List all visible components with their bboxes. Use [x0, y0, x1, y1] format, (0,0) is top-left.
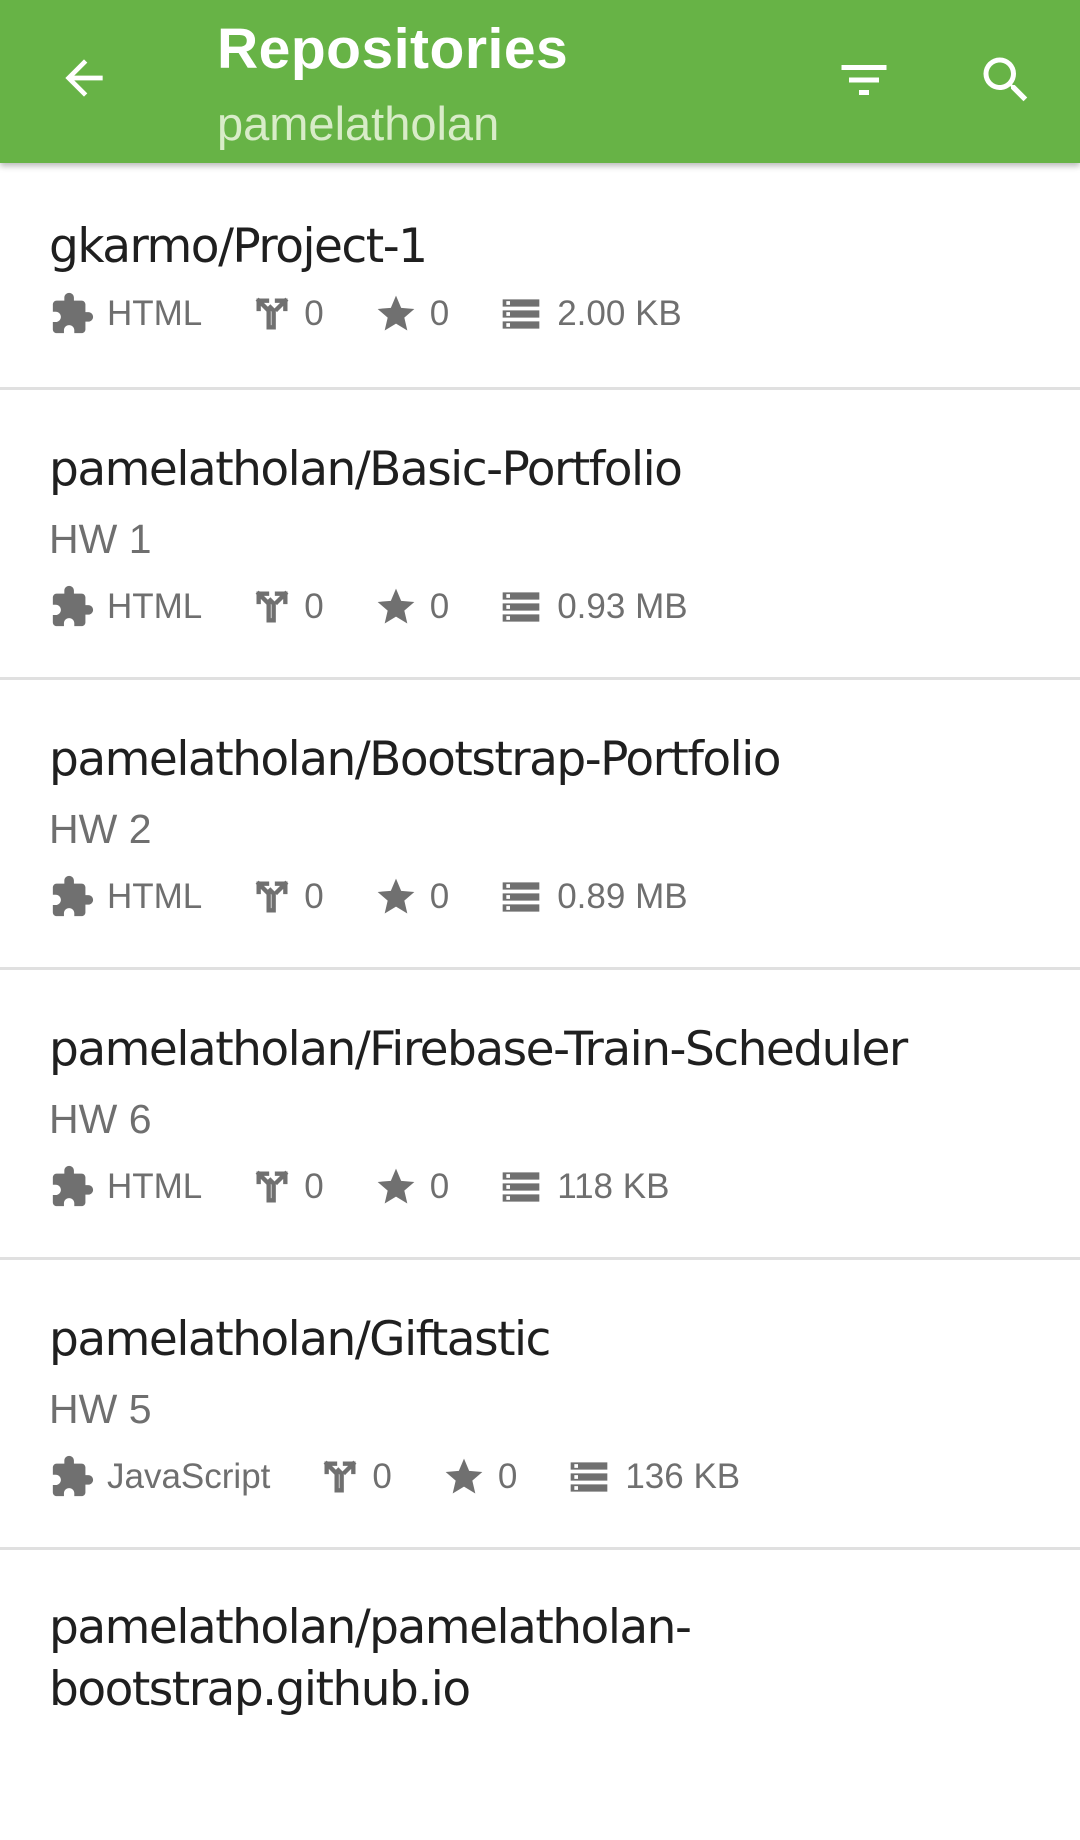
app-bar: Repositories pamelatholan	[0, 0, 1080, 163]
storage-icon	[499, 875, 543, 919]
list-item[interactable]: pamelatholan/pamelatholan- bootstrap.git…	[0, 1550, 1080, 1840]
fork-icon	[252, 1167, 292, 1207]
list-item[interactable]: gkarmo/Project-1 HTML 0 0 2.00 KB	[0, 163, 1080, 390]
star-icon	[374, 585, 418, 629]
list-item[interactable]: pamelatholan/Basic-Portfolio HW 1 HTML 0…	[0, 390, 1080, 680]
search-icon	[983, 57, 1028, 102]
puzzle-icon	[49, 584, 95, 630]
list-item[interactable]: pamelatholan/Firebase-Train-Scheduler HW…	[0, 970, 1080, 1260]
repo-forks: 0	[372, 1457, 392, 1496]
storage-icon	[499, 585, 543, 629]
page-subtitle: pamelatholan	[217, 97, 500, 150]
repo-name: pamelatholan/Giftastic	[49, 1312, 551, 1367]
repo-stars: 0	[497, 1457, 518, 1496]
star-icon	[442, 1455, 486, 1499]
repo-language: HTML	[107, 1167, 203, 1206]
search-button[interactable]	[970, 44, 1042, 116]
repository-list: gkarmo/Project-1 HTML 0 0 2.00 KB pamela…	[0, 163, 1080, 1840]
repo-name: pamelatholan/pamelatholan-	[49, 1600, 692, 1655]
repo-size: 0.89 MB	[557, 877, 688, 916]
star-icon	[374, 292, 418, 336]
repo-description: HW 1	[49, 516, 152, 562]
repo-language: JavaScript	[107, 1457, 271, 1496]
repo-forks: 0	[304, 587, 324, 626]
repo-meta: HTML 0 0 2.00 KB	[49, 291, 682, 337]
repo-stars: 0	[429, 587, 450, 626]
repo-meta: JavaScript 0 0 136 KB	[49, 1454, 740, 1500]
repo-stars: 0	[429, 877, 450, 916]
arrow-back-icon	[65, 59, 103, 97]
filter-icon	[841, 65, 887, 95]
star-icon	[374, 1165, 418, 1209]
fork-icon	[252, 877, 292, 917]
repo-language: HTML	[107, 294, 203, 333]
filter-button[interactable]	[828, 44, 900, 116]
repo-meta: HTML 0 0 118 KB	[49, 1164, 669, 1210]
repo-language: HTML	[107, 587, 203, 626]
puzzle-icon	[49, 1454, 95, 1500]
list-item[interactable]: pamelatholan/Giftastic HW 5 JavaScript 0…	[0, 1260, 1080, 1550]
puzzle-icon	[49, 1164, 95, 1210]
fork-icon	[252, 587, 292, 627]
repo-size: 0.93 MB	[557, 587, 688, 626]
repo-name: pamelatholan/Bootstrap-Portfolio	[49, 732, 782, 787]
repo-stars: 0	[429, 294, 450, 333]
puzzle-icon	[49, 874, 95, 920]
puzzle-icon	[49, 291, 95, 337]
repo-name: pamelatholan/Firebase-Train-Scheduler	[49, 1022, 908, 1077]
repo-stars: 0	[429, 1167, 450, 1206]
back-button[interactable]	[50, 44, 118, 112]
repo-forks: 0	[304, 1167, 324, 1206]
repo-name-continued: bootstrap.github.io	[49, 1662, 471, 1717]
repo-description: HW 2	[49, 806, 152, 852]
storage-icon	[567, 1455, 611, 1499]
repo-description: HW 5	[49, 1386, 152, 1432]
repo-forks: 0	[304, 877, 324, 916]
repo-name: gkarmo/Project-1	[49, 219, 428, 274]
fork-icon	[252, 294, 292, 334]
repo-meta: HTML 0 0 0.89 MB	[49, 874, 688, 920]
storage-icon	[499, 292, 543, 336]
repo-meta: HTML 0 0 0.93 MB	[49, 584, 688, 630]
repo-size: 118 KB	[557, 1167, 670, 1206]
repo-description: HW 6	[49, 1096, 152, 1142]
star-icon	[374, 875, 418, 919]
repo-size: 2.00 KB	[557, 294, 682, 333]
repo-size: 136 KB	[625, 1457, 741, 1496]
repo-language: HTML	[107, 877, 203, 916]
fork-icon	[320, 1457, 360, 1497]
list-item[interactable]: pamelatholan/Bootstrap-Portfolio HW 2 HT…	[0, 680, 1080, 970]
page-title: Repositories	[217, 17, 569, 81]
repo-name: pamelatholan/Basic-Portfolio	[49, 442, 683, 497]
repo-forks: 0	[304, 294, 324, 333]
storage-icon	[499, 1165, 543, 1209]
